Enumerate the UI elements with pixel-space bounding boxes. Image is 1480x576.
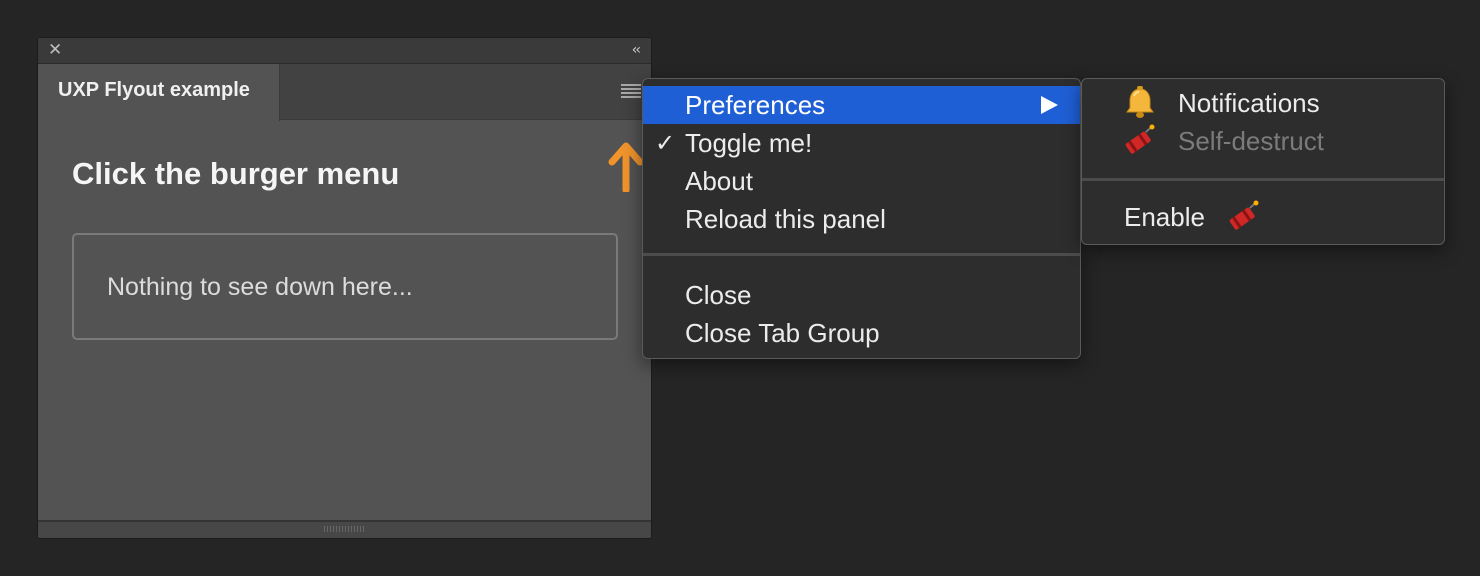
resize-bar[interactable] xyxy=(38,520,651,538)
bell-icon xyxy=(1126,86,1154,118)
menu-item-reload-panel[interactable]: Reload this panel xyxy=(643,200,1080,238)
page-title: Click the burger menu xyxy=(72,156,400,191)
menu-separator xyxy=(643,253,1080,256)
tab-strip: UXP Flyout example xyxy=(38,64,651,121)
menu-item-about[interactable]: About xyxy=(643,162,1080,200)
info-box: Nothing to see down here... xyxy=(72,233,618,340)
burger-menu-icon[interactable] xyxy=(621,84,641,98)
plugin-panel: ✕ ‹‹ UXP Flyout example Click the burger… xyxy=(37,37,652,539)
dynamite-icon xyxy=(1125,124,1155,154)
menu-item-preferences[interactable]: Preferences xyxy=(643,86,1080,124)
info-box-text: Nothing to see down here... xyxy=(107,273,413,301)
menu-item-label: Toggle me! xyxy=(685,128,813,158)
submenu-arrow-icon xyxy=(1041,96,1058,114)
arrow-up-icon xyxy=(608,142,644,192)
checkmark-icon: ✓ xyxy=(655,129,676,157)
menu-item-label: Close Tab Group xyxy=(685,318,880,348)
flyout-menu: Preferences ✓ Toggle me! About Reload th… xyxy=(642,78,1081,359)
tab-uxp-flyout-example[interactable]: UXP Flyout example xyxy=(38,64,280,121)
submenu-item-label: Enable xyxy=(1124,202,1205,232)
grip-icon[interactable] xyxy=(324,526,364,532)
submenu-item-self-destruct[interactable]: Self-destruct xyxy=(1082,122,1444,160)
tab-label: UXP Flyout example xyxy=(58,79,250,101)
menu-item-close[interactable]: Close xyxy=(643,276,1080,314)
menu-item-label: Reload this panel xyxy=(685,204,886,234)
close-icon[interactable]: ✕ xyxy=(48,42,62,59)
menu-item-label: Preferences xyxy=(685,90,826,120)
menu-item-label: About xyxy=(685,166,753,196)
menu-item-close-tab-group[interactable]: Close Tab Group xyxy=(643,314,1080,352)
submenu-item-notifications[interactable]: Notifications xyxy=(1082,84,1444,122)
submenu-item-label: Self-destruct xyxy=(1178,126,1324,156)
submenu-separator xyxy=(1082,178,1444,181)
dynamite-icon xyxy=(1229,200,1259,230)
menu-item-label: Close xyxy=(685,280,752,310)
menu-item-toggle-me[interactable]: ✓ Toggle me! xyxy=(643,124,1080,162)
collapse-icon[interactable]: ‹‹ xyxy=(632,42,641,58)
preferences-submenu: Notifications Self-destruct Enable xyxy=(1081,78,1445,245)
panel-header: ✕ ‹‹ xyxy=(38,38,651,64)
submenu-item-enable[interactable]: Enable xyxy=(1082,198,1444,236)
submenu-item-label: Notifications xyxy=(1178,88,1320,118)
